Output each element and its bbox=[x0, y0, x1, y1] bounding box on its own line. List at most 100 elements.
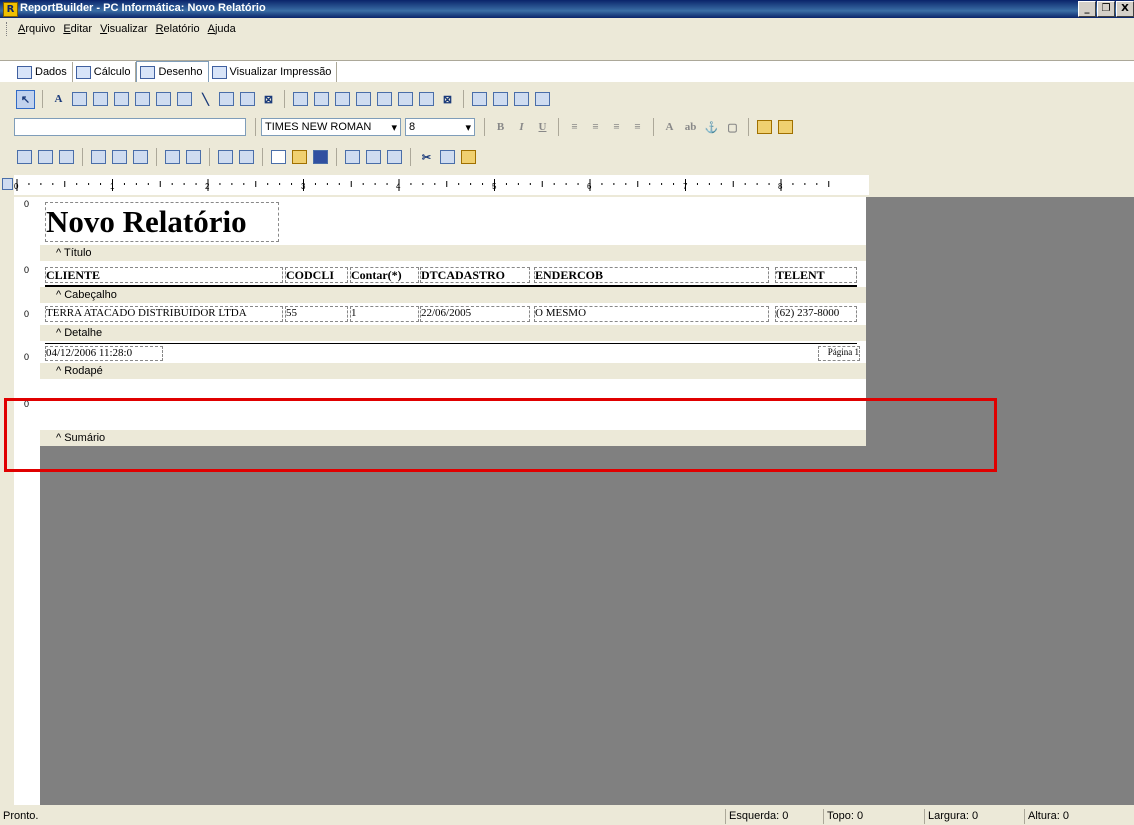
send-to-back-icon[interactable] bbox=[777, 119, 794, 136]
save-icon[interactable] bbox=[312, 149, 329, 166]
tab-dados[interactable]: Dados bbox=[14, 62, 73, 82]
minimize-button[interactable]: _ bbox=[1078, 1, 1096, 17]
tab-desenho[interactable]: Desenho bbox=[136, 61, 209, 82]
align-toolbar: ✂ bbox=[0, 144, 1134, 170]
image-tool-icon[interactable] bbox=[155, 91, 172, 108]
menu-visualizar[interactable]: Visualizar bbox=[96, 23, 152, 35]
db2dbarcode-tool-icon[interactable] bbox=[418, 91, 435, 108]
cut-icon[interactable]: ✂ bbox=[418, 149, 435, 166]
dbcheckbox-tool-icon[interactable]: ⊠ bbox=[439, 91, 456, 108]
ruler-toggle-icon[interactable] bbox=[2, 178, 13, 190]
variable-tool-icon[interactable] bbox=[134, 91, 151, 108]
print-preview-icon[interactable] bbox=[386, 149, 403, 166]
dbcalc-tool-icon[interactable] bbox=[355, 91, 372, 108]
header-band-label[interactable]: ^ Cabeçalho bbox=[40, 287, 866, 303]
region-tool-icon[interactable] bbox=[471, 91, 488, 108]
barcode-tool-icon[interactable] bbox=[218, 91, 235, 108]
highlight-color-icon[interactable]: ab bbox=[682, 119, 699, 136]
tab-calculo[interactable]: Cálculo bbox=[73, 62, 137, 82]
align-tops-icon[interactable] bbox=[90, 149, 107, 166]
align-rights-icon[interactable] bbox=[58, 149, 75, 166]
detail-field-cliente[interactable]: TERRA ATACADO DISTRIBUIDOR LTDA bbox=[45, 306, 283, 322]
format-toolbar: TIMES NEW ROMAN ▾ 8 ▾ B I U ≡ ≡ ≡ ≡ A ab ⚓… bbox=[0, 114, 1134, 140]
align-bottoms-icon[interactable] bbox=[132, 149, 149, 166]
bold-button[interactable]: B bbox=[492, 119, 509, 136]
header-band[interactable]: CLIENTE CODCLI Contar(*) DTCADASTRO ENDE… bbox=[40, 261, 866, 287]
anchor-icon[interactable]: ⚓ bbox=[703, 119, 720, 136]
align-right-icon[interactable]: ≡ bbox=[608, 119, 625, 136]
label-tool-icon[interactable]: A bbox=[50, 91, 67, 108]
copy-icon[interactable] bbox=[439, 149, 456, 166]
footer-datetime[interactable]: 04/12/2006 11:28:0 bbox=[45, 346, 163, 361]
subreport-tool-icon[interactable] bbox=[492, 91, 509, 108]
menu-ajuda[interactable]: Ajuda bbox=[204, 23, 240, 35]
underline-button[interactable]: U bbox=[534, 119, 551, 136]
dbrichtext-tool-icon[interactable] bbox=[334, 91, 351, 108]
same-height-icon[interactable] bbox=[238, 149, 255, 166]
shape-tool-icon[interactable] bbox=[176, 91, 193, 108]
detail-band-label[interactable]: ^ Detalhe bbox=[40, 325, 866, 341]
dbimage-tool-icon[interactable] bbox=[376, 91, 393, 108]
menu-editar[interactable]: Editar bbox=[59, 23, 96, 35]
menu-relatorio[interactable]: Relatório bbox=[152, 23, 204, 35]
header-field-endercob[interactable]: ENDERCOB bbox=[534, 267, 769, 283]
align-center-icon[interactable]: ≡ bbox=[587, 119, 604, 136]
print-icon[interactable] bbox=[365, 149, 382, 166]
menu-arquivo[interactable]: Arquivo bbox=[14, 23, 59, 35]
tab-visualizar-impressao[interactable]: Visualizar Impressão bbox=[209, 62, 338, 82]
font-name-combo[interactable]: TIMES NEW ROMAN ▾ bbox=[261, 118, 401, 136]
open-folder-icon[interactable] bbox=[291, 149, 308, 166]
align-lefts-icon[interactable] bbox=[16, 149, 33, 166]
paste-icon[interactable] bbox=[460, 149, 477, 166]
font-color-icon[interactable]: A bbox=[661, 119, 678, 136]
detail-field-endercob[interactable]: O MESMO bbox=[534, 306, 769, 322]
richtext-tool-icon[interactable] bbox=[92, 91, 109, 108]
italic-button[interactable]: I bbox=[513, 119, 530, 136]
detail-field-telent[interactable]: (62) 237-8000 bbox=[775, 306, 857, 322]
system-variable-icon[interactable] bbox=[113, 91, 130, 108]
space-vertically-icon[interactable] bbox=[185, 149, 202, 166]
align-left-icon[interactable]: ≡ bbox=[566, 119, 583, 136]
close-button[interactable]: X bbox=[1116, 1, 1134, 17]
header-field-dtcadastro[interactable]: DTCADASTRO bbox=[420, 267, 530, 283]
header-field-telent[interactable]: TELENT bbox=[775, 267, 857, 283]
dbmemo-tool-icon[interactable] bbox=[313, 91, 330, 108]
detail-field-contar[interactable]: 1 bbox=[350, 306, 419, 322]
detail-field-dtcadastro[interactable]: 22/06/2005 bbox=[420, 306, 530, 322]
memo-tool-icon[interactable] bbox=[71, 91, 88, 108]
restore-button[interactable]: ❐ bbox=[1097, 1, 1115, 17]
menubar-grip[interactable] bbox=[6, 22, 10, 36]
horizontal-ruler: 0 1 2 3 4 5 6 7 8 bbox=[14, 175, 869, 195]
align-centers-icon[interactable] bbox=[37, 149, 54, 166]
detail-band[interactable]: TERRA ATACADO DISTRIBUIDOR LTDA 55 1 22/… bbox=[40, 303, 866, 325]
crosstab-tool-icon[interactable] bbox=[534, 91, 551, 108]
header-field-codcli[interactable]: CODCLI bbox=[285, 267, 348, 283]
bring-to-front-icon[interactable] bbox=[756, 119, 773, 136]
dbbarcode-tool-icon[interactable] bbox=[397, 91, 414, 108]
checkbox-tool-icon[interactable]: ⊠ bbox=[260, 91, 277, 108]
dbtext-tool-icon[interactable] bbox=[292, 91, 309, 108]
title-band[interactable]: Novo Relatório bbox=[40, 197, 866, 245]
title-band-label[interactable]: ^ Título bbox=[40, 245, 866, 261]
font-size-combo[interactable]: 8 ▾ bbox=[405, 118, 475, 136]
footer-page-number[interactable]: Página 1 bbox=[818, 346, 860, 361]
same-width-icon[interactable] bbox=[217, 149, 234, 166]
new-file-icon[interactable] bbox=[270, 149, 287, 166]
line-tool-icon[interactable]: ╲ bbox=[197, 91, 214, 108]
header-field-contar[interactable]: Contar(*) bbox=[350, 267, 419, 283]
2d-barcode-icon[interactable] bbox=[239, 91, 256, 108]
border-icon[interactable]: ▢ bbox=[724, 119, 741, 136]
align-middles-icon[interactable] bbox=[111, 149, 128, 166]
detail-field-codcli[interactable]: 55 bbox=[285, 306, 348, 322]
component-name-combo[interactable] bbox=[14, 118, 246, 136]
report-title-label[interactable]: Novo Relatório bbox=[45, 202, 279, 242]
header-field-cliente[interactable]: CLIENTE bbox=[45, 267, 283, 283]
justify-icon[interactable]: ≡ bbox=[629, 119, 646, 136]
footer-band[interactable]: 04/12/2006 11:28:0 Página 1 bbox=[40, 341, 866, 363]
select-pointer-icon[interactable]: ↖ bbox=[16, 89, 35, 109]
space-horizontally-icon[interactable] bbox=[164, 149, 181, 166]
footer-band-label[interactable]: ^ Rodapé bbox=[40, 363, 866, 379]
ruler-ticks bbox=[16, 179, 830, 191]
page-setup-icon[interactable] bbox=[344, 149, 361, 166]
pagebreak-tool-icon[interactable] bbox=[513, 91, 530, 108]
